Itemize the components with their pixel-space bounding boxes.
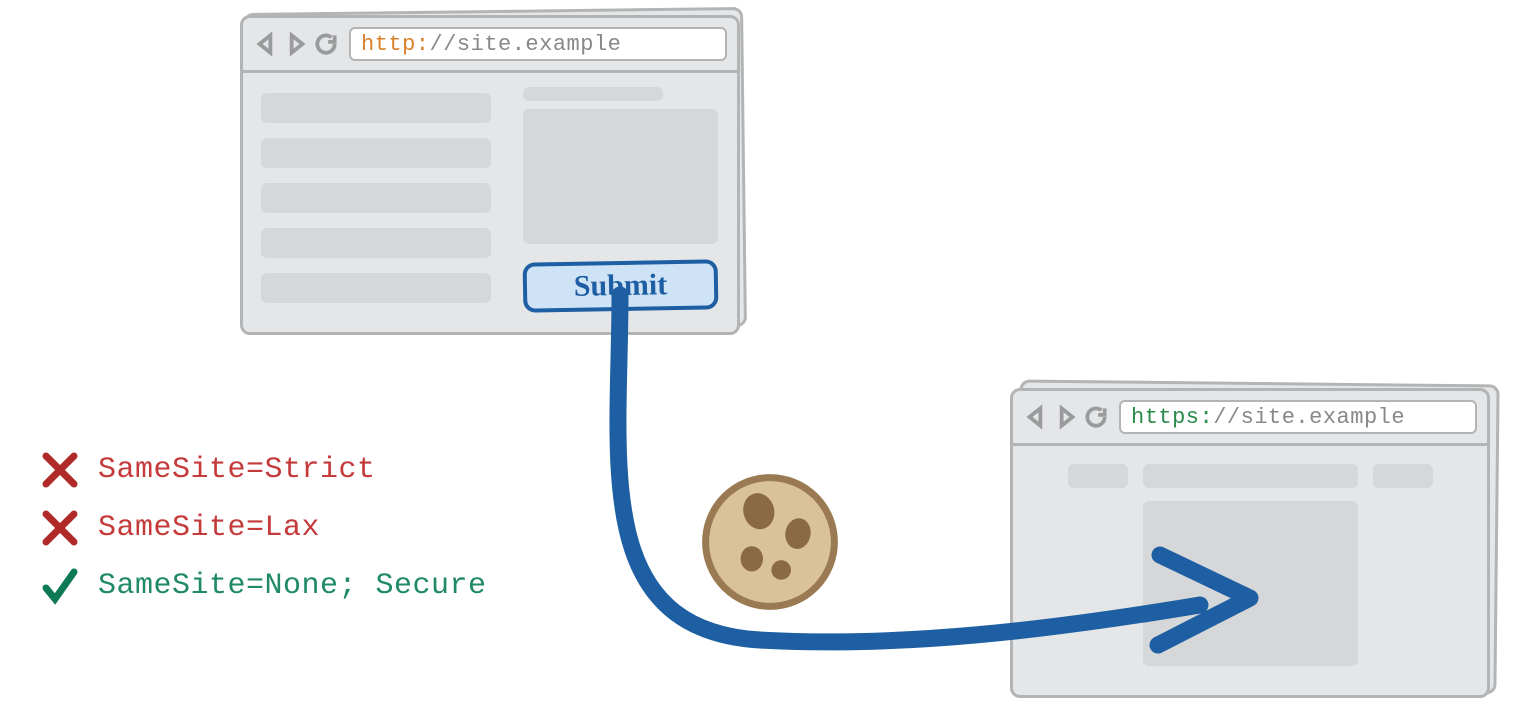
address-bar[interactable]: http: //site.example [349,27,727,61]
forward-icon[interactable] [283,31,309,57]
cross-icon [40,450,80,490]
legend-row-lax: SameSite=Lax [40,508,487,548]
samesite-legend: SameSite=Strict SameSite=Lax SameSite=No… [40,450,487,606]
browser-toolbar: https: //site.example [1013,391,1487,446]
legend-text-lax: SameSite=Lax [98,511,320,545]
placeholder-block [1068,464,1128,488]
reload-icon[interactable] [1083,404,1109,430]
page-content: Submit [243,73,737,332]
legend-row-strict: SameSite=Strict [40,450,487,490]
placeholder-line [261,273,491,303]
reload-icon[interactable] [313,31,339,57]
url-host: //site.example [430,32,622,57]
url-scheme: https: [1131,405,1213,430]
placeholder-caption [523,87,663,101]
forward-icon[interactable] [1053,404,1079,430]
placeholder-block [1373,464,1433,488]
url-scheme: http: [361,32,430,57]
placeholder-line [261,138,491,168]
legend-text-none: SameSite=None; Secure [98,569,487,603]
submit-button[interactable]: Submit [523,259,719,312]
back-icon[interactable] [1023,404,1049,430]
cookie-icon [700,472,840,612]
legend-text-strict: SameSite=Strict [98,453,376,487]
page-content [1013,446,1487,695]
placeholder-line [261,183,491,213]
legend-row-none: SameSite=None; Secure [40,566,487,606]
placeholder-image [523,109,718,244]
submit-label: Submit [574,268,668,304]
cross-icon [40,508,80,548]
placeholder-block [1143,464,1358,488]
back-icon[interactable] [253,31,279,57]
browser-window-http: http: //site.example Submit [240,15,740,335]
url-host: //site.example [1213,405,1405,430]
placeholder-line [261,228,491,258]
placeholder-image [1143,501,1358,666]
placeholder-line [261,93,491,123]
check-icon [40,566,80,606]
address-bar[interactable]: https: //site.example [1119,400,1477,434]
browser-toolbar: http: //site.example [243,18,737,73]
browser-window-https: https: //site.example [1010,388,1490,698]
